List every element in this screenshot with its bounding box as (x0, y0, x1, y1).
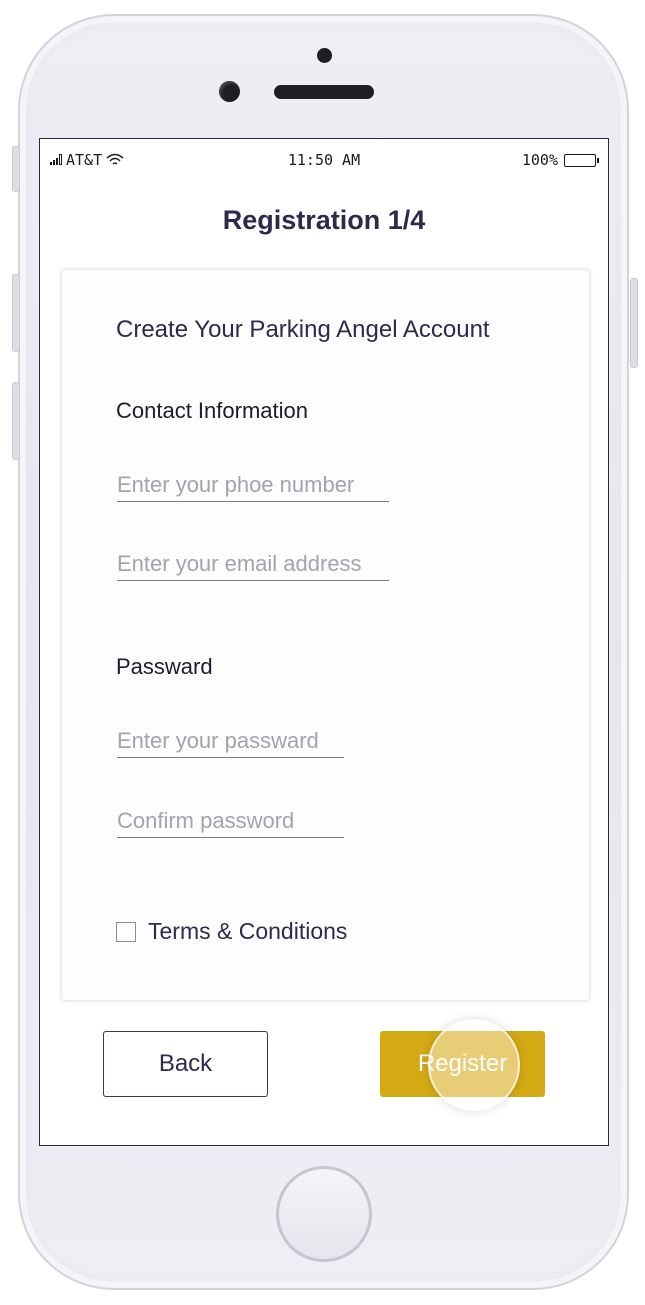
register-button[interactable]: Register (380, 1031, 545, 1097)
volume-down-button (12, 382, 20, 460)
registration-card: Create Your Parking Angel Account Contac… (61, 269, 590, 1001)
battery-percent: 100% (521, 151, 558, 169)
volume-up-button (12, 274, 20, 352)
front-sensor (317, 48, 332, 63)
front-camera (219, 81, 240, 102)
terms-row[interactable]: Terms & Conditions (116, 918, 347, 945)
status-bar: AT&T 11:50 AM 100% (40, 139, 608, 181)
contact-section-label: Contact Information (116, 398, 308, 423)
terms-label[interactable]: Terms & Conditions (148, 918, 347, 945)
power-button (630, 278, 638, 368)
form-heading: Create Your Parking Angel Account (116, 316, 490, 343)
status-right: 100% (521, 151, 599, 169)
confirm-password-field[interactable]: Confirm password (117, 808, 344, 838)
battery-icon (564, 153, 599, 167)
earpiece-speaker (274, 85, 374, 99)
home-button[interactable] (276, 1166, 372, 1262)
app-screen: AT&T 11:50 AM 100% Registration 1/4 Crea… (39, 138, 609, 1146)
page-title: Registration 1/4 (222, 205, 426, 235)
password-field[interactable]: Enter your passward (117, 728, 344, 758)
mute-switch (12, 146, 20, 192)
checkbox-icon[interactable] (116, 921, 136, 942)
phone-field[interactable]: Enter your phoe number (117, 472, 389, 502)
email-field[interactable]: Enter your email address (117, 551, 389, 581)
password-section-label: Passward (116, 654, 213, 679)
back-button[interactable]: Back (103, 1031, 268, 1097)
